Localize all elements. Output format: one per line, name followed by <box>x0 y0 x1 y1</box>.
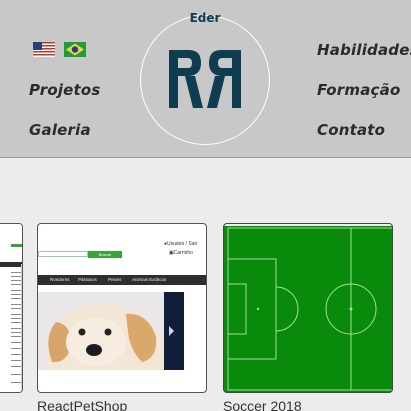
nav-projetos-link[interactable]: Projetos <box>29 81 101 99</box>
project-thumbnail-partial <box>0 224 22 392</box>
preview-menu-item: Animais Exóticos <box>132 277 167 282</box>
preview-menu-item: Roedores <box>50 277 70 282</box>
site-header: Eder Projetos Galeria Habilidades Formaç… <box>0 0 411 158</box>
project-card-partial[interactable] <box>0 223 23 393</box>
preview-menu-item: Peixes <box>108 277 122 282</box>
nav-formacao-link[interactable]: Formação <box>317 81 400 99</box>
nav-habilidades-link[interactable]: Habilidades <box>317 41 411 59</box>
soccer-pitch-icon <box>224 224 392 392</box>
us-flag-icon[interactable] <box>33 42 55 57</box>
project-card-reactpetshop[interactable]: ●Usuário / Sair ▣Carrinho Buscar Roedore… <box>37 223 207 393</box>
preview-user-link: ●Usuário / Sair <box>164 241 198 247</box>
preview-cart-link: ▣Carrinho <box>169 250 193 256</box>
nav-contato-link[interactable]: Contato <box>317 121 385 139</box>
logo-name: Eder <box>189 11 221 25</box>
logo-monogram-icon[interactable] <box>165 44 245 114</box>
project-title-soccer-2018[interactable]: Soccer 2018 <box>223 398 302 411</box>
preview-search-button: Buscar <box>88 251 122 258</box>
brazil-flag-icon[interactable] <box>64 42 86 57</box>
preview-menu-item: Pássaros <box>78 277 97 282</box>
preview-menu-bar: Roedores Pássaros Peixes Animais Exótico… <box>38 275 206 285</box>
nav-galeria-link[interactable]: Galeria <box>29 121 91 139</box>
preview-search-input <box>38 251 88 257</box>
puppy-photo-icon <box>38 292 184 370</box>
project-card-soccer-2018[interactable] <box>223 223 393 393</box>
project-title-reactpetshop[interactable]: ReactPetShop <box>37 398 127 411</box>
